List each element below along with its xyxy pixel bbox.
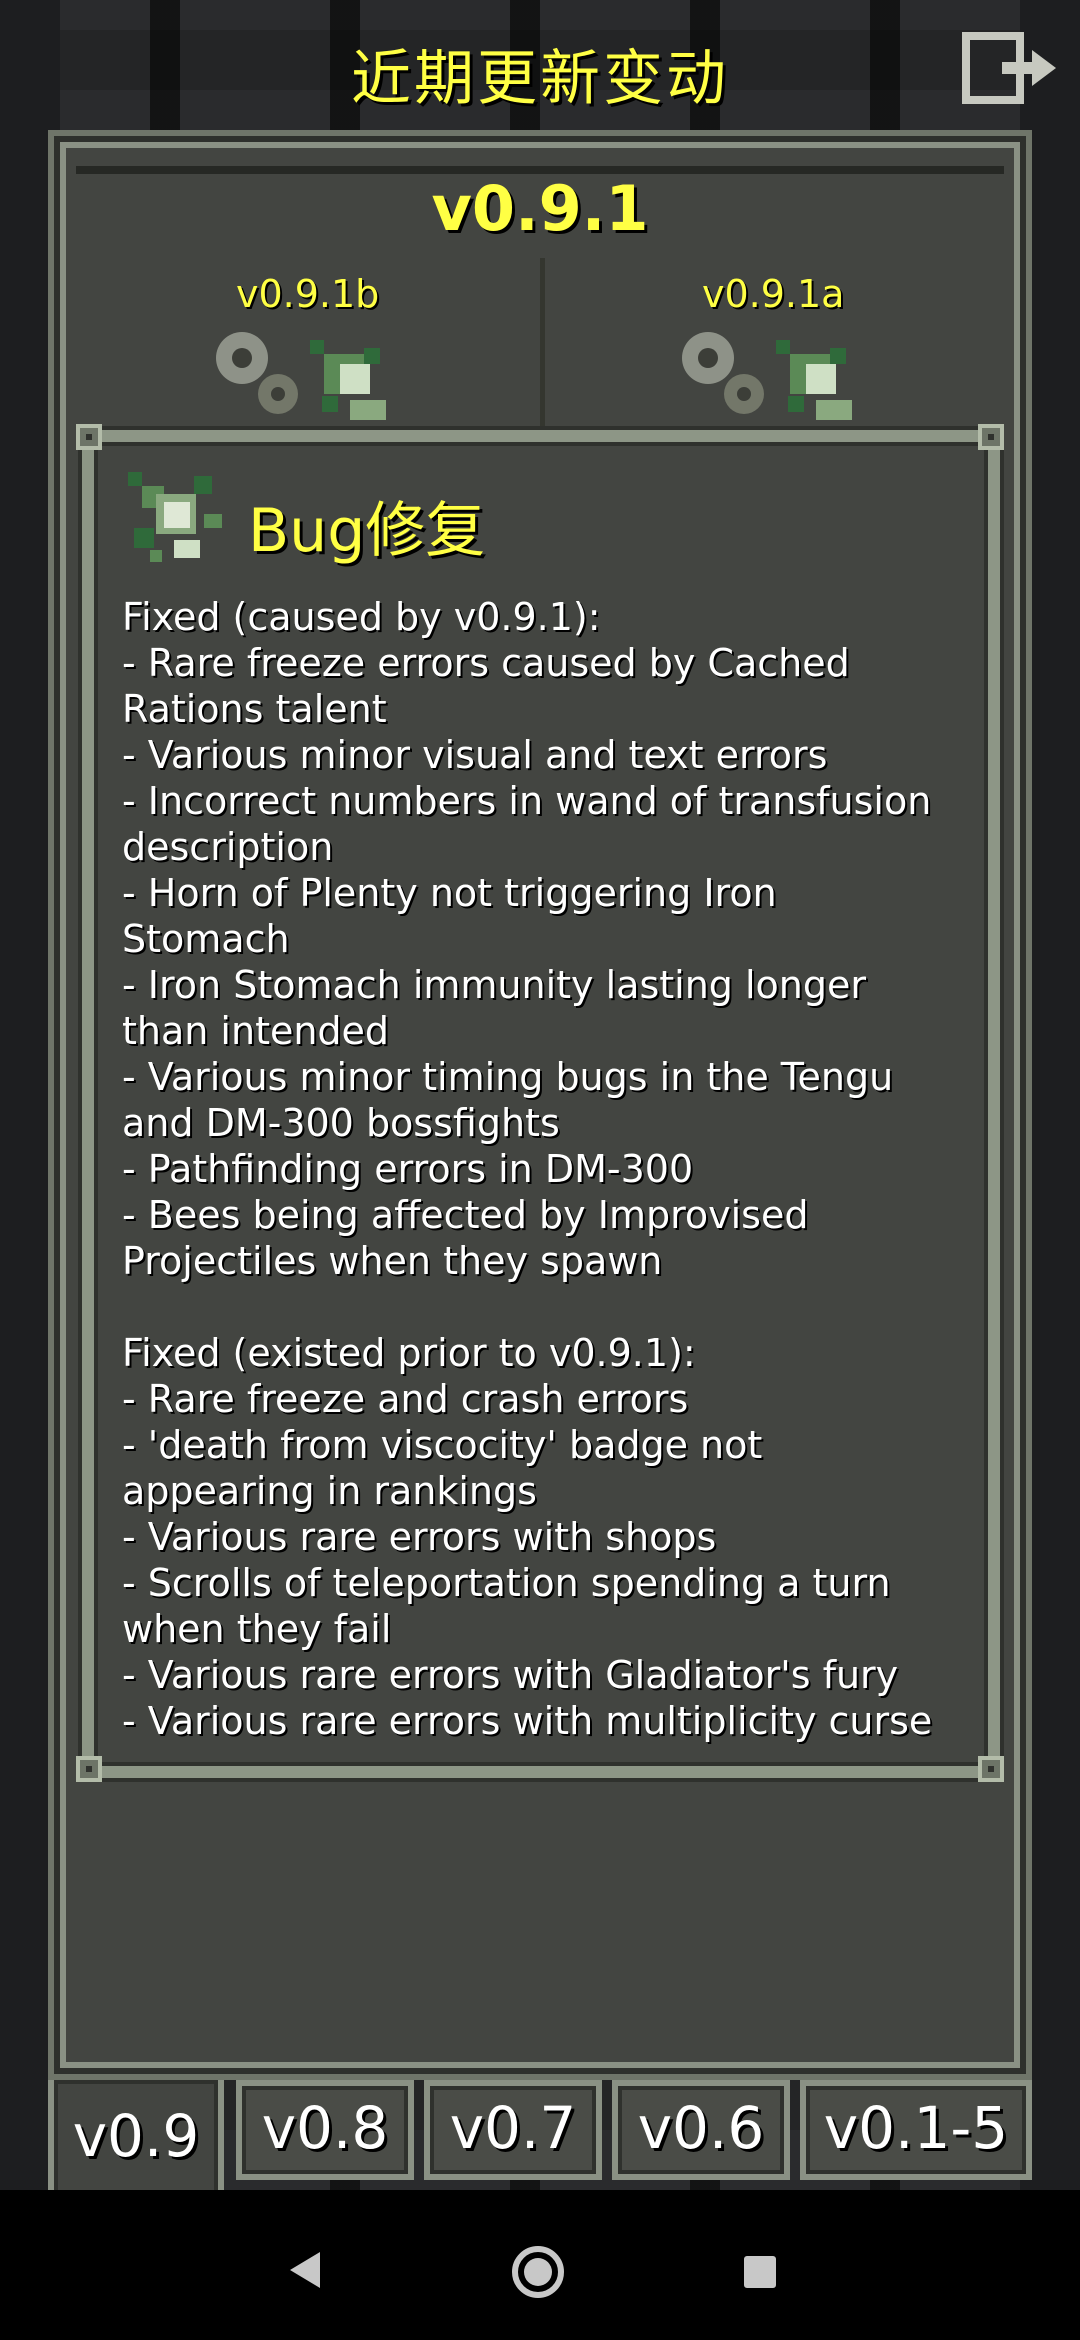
version-heading: v0.9.1 bbox=[431, 172, 649, 245]
tab-v0-1-5[interactable]: v0.1-5 bbox=[800, 2080, 1032, 2180]
changelog-line: - Rare freeze errors caused by Cached bbox=[122, 641, 850, 685]
changelog-line: - Various minor timing bugs in the Tengu bbox=[122, 1055, 894, 1099]
bug-splat-icon bbox=[128, 472, 222, 562]
window-corner bbox=[978, 1756, 1004, 1782]
divider bbox=[540, 258, 545, 438]
window-corner bbox=[76, 1756, 102, 1782]
gears-icon[interactable] bbox=[200, 320, 430, 430]
changelog-text: Fixed (caused by v0.9.1): - Rare freeze … bbox=[122, 594, 962, 1744]
changelog-line: Rations talent bbox=[122, 687, 387, 731]
tab-v0-9[interactable]: v0.9 bbox=[48, 2080, 224, 2200]
changelog-line: - Rare freeze and crash errors bbox=[122, 1377, 689, 1421]
changelog-line: Stomach bbox=[122, 917, 290, 961]
changelog-line: when they fail bbox=[122, 1607, 392, 1651]
changelog-line: Fixed (existed prior to v0.9.1): bbox=[122, 1331, 696, 1375]
subversion-b-label[interactable]: v0.9.1b bbox=[236, 272, 379, 316]
changelog-line: and DM-300 bossfights bbox=[122, 1101, 560, 1145]
back-icon[interactable] bbox=[290, 2252, 320, 2288]
home-icon[interactable] bbox=[512, 2246, 564, 2298]
changelog-line: description bbox=[122, 825, 334, 869]
tab-v0-8[interactable]: v0.8 bbox=[236, 2080, 414, 2180]
changelog-line: than intended bbox=[122, 1009, 390, 1053]
page-title: 近期更新变动 bbox=[351, 44, 729, 114]
changelog-line: - Pathfinding errors in DM-300 bbox=[122, 1147, 694, 1191]
window-corner bbox=[76, 424, 102, 450]
window-title: Bug修复 bbox=[248, 496, 486, 566]
changelog-line: Projectiles when they spawn bbox=[122, 1239, 663, 1283]
tab-v0-7[interactable]: v0.7 bbox=[424, 2080, 602, 2180]
changelog-line: appearing in rankings bbox=[122, 1469, 537, 1513]
changelog-line: - Bees being affected by Improvised bbox=[122, 1193, 809, 1237]
changelog-line: - Various rare errors with Gladiator's f… bbox=[122, 1653, 899, 1697]
changelog-line: - Various minor visual and text errors bbox=[122, 733, 828, 777]
changelog-line: - Iron Stomach immunity lasting longer bbox=[122, 963, 867, 1007]
changelog-line: - Incorrect numbers in wand of transfusi… bbox=[122, 779, 932, 823]
changelog-line: - 'death from viscocity' badge not bbox=[122, 1423, 763, 1467]
changelog-line: - Various rare errors with shops bbox=[122, 1515, 717, 1559]
exit-icon[interactable] bbox=[962, 28, 1062, 108]
subversion-a-label[interactable]: v0.9.1a bbox=[702, 272, 844, 316]
window-corner bbox=[978, 424, 1004, 450]
changelog-line: - Horn of Plenty not triggering Iron bbox=[122, 871, 777, 915]
gears-icon[interactable] bbox=[666, 320, 896, 430]
changelog-line: Fixed (caused by v0.9.1): bbox=[122, 595, 601, 639]
changelog-line: - Scrolls of teleportation spending a tu… bbox=[122, 1561, 891, 1605]
recent-apps-icon[interactable] bbox=[744, 2256, 776, 2288]
tab-v0-6[interactable]: v0.6 bbox=[612, 2080, 790, 2180]
changelog-line: - Various rare errors with multiplicity … bbox=[122, 1699, 933, 1743]
